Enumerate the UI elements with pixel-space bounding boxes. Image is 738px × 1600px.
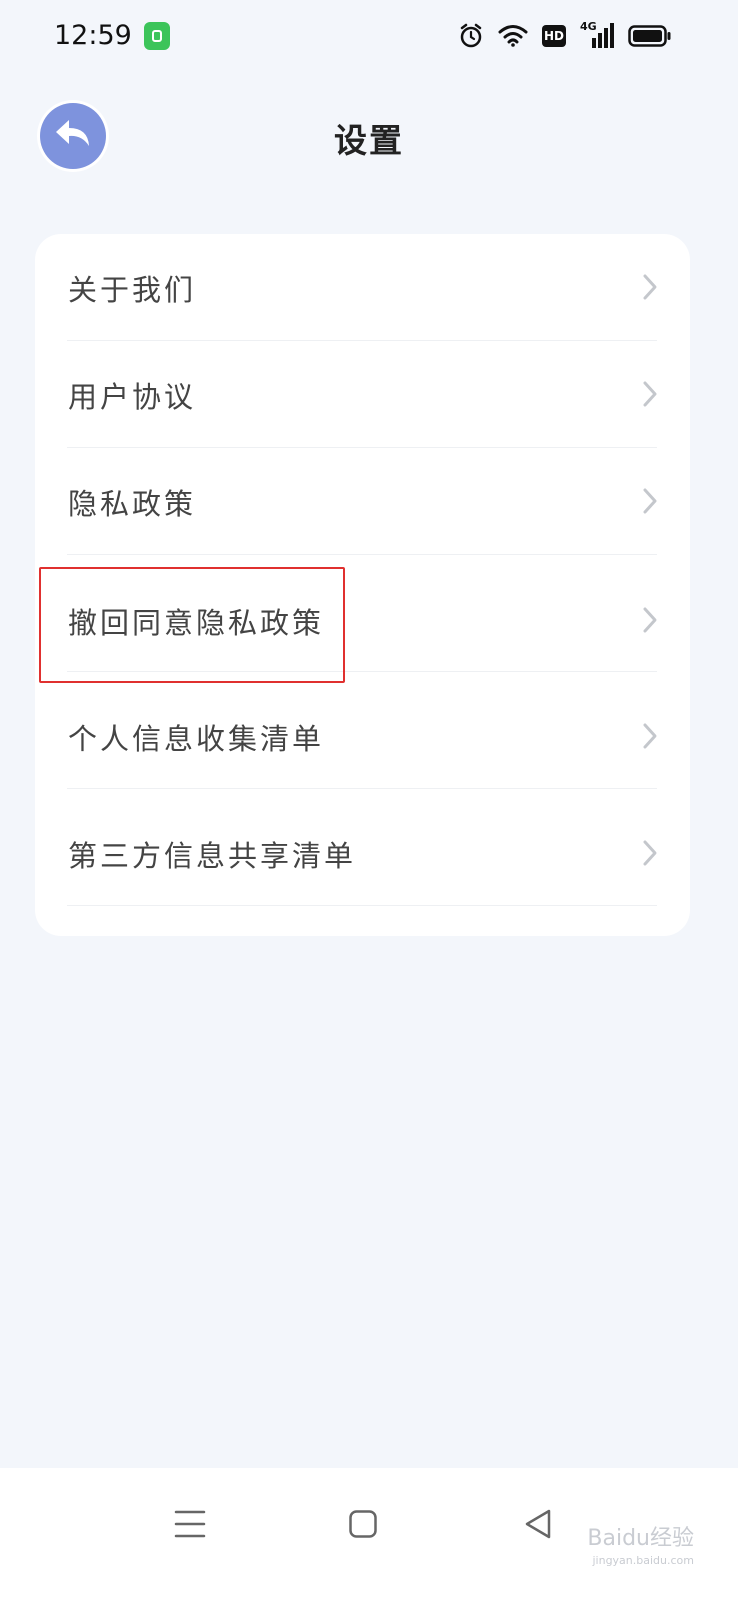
chevron-right-icon bbox=[640, 839, 660, 867]
home-icon bbox=[348, 1509, 378, 1543]
menu-item-about-us[interactable]: 关于我们 bbox=[35, 234, 690, 341]
page-title: 设置 bbox=[334, 121, 404, 160]
menu-item-withdraw-privacy-consent[interactable]: 撤回同意隐私政策 bbox=[35, 555, 690, 672]
watermark-url: jingyan.baidu.com bbox=[592, 1554, 694, 1567]
status-bar: 12:59 HD 4G bbox=[0, 0, 738, 76]
app-notification-icon bbox=[144, 22, 170, 50]
menu-item-third-party-sharing-list[interactable]: 第三方信息共享清单 bbox=[35, 789, 690, 906]
menu-item-label: 隐私政策 bbox=[68, 487, 197, 521]
status-time: 12:59 bbox=[54, 20, 132, 51]
menu-item-label: 第三方信息共享清单 bbox=[68, 839, 357, 873]
alarm-icon bbox=[458, 23, 484, 49]
home-button[interactable] bbox=[333, 1496, 393, 1556]
hd-icon: HD bbox=[542, 25, 566, 47]
back-nav-button[interactable] bbox=[508, 1496, 568, 1556]
menu-item-label: 个人信息收集清单 bbox=[68, 722, 325, 756]
battery-icon bbox=[628, 24, 672, 48]
signal-icon: 4G bbox=[580, 20, 614, 50]
watermark-text: Baidu经验 bbox=[587, 1526, 694, 1551]
menu-item-label: 撤回同意隐私政策 bbox=[68, 606, 325, 640]
divider bbox=[67, 905, 657, 906]
back-triangle-icon bbox=[523, 1508, 553, 1544]
wifi-icon bbox=[498, 24, 528, 48]
status-icons: HD 4G bbox=[458, 20, 672, 52]
menu-item-label: 用户协议 bbox=[68, 380, 197, 414]
menu-item-label: 关于我们 bbox=[68, 273, 197, 307]
watermark: Baidu经验 jingyan.baidu.com bbox=[587, 1520, 694, 1567]
chevron-right-icon bbox=[640, 606, 660, 634]
menu-item-user-agreement[interactable]: 用户协议 bbox=[35, 341, 690, 448]
settings-card: 关于我们 用户协议 隐私政策 撤回同意隐私政策 个人信息收集清单 第三方信息共享… bbox=[35, 234, 690, 936]
menu-item-personal-info-list[interactable]: 个人信息收集清单 bbox=[35, 672, 690, 789]
chevron-right-icon bbox=[640, 722, 660, 750]
navigation-bar: Baidu经验 jingyan.baidu.com bbox=[0, 1468, 738, 1600]
chevron-right-icon bbox=[640, 380, 660, 408]
recent-apps-button[interactable] bbox=[160, 1496, 220, 1556]
chevron-right-icon bbox=[640, 273, 660, 301]
chevron-right-icon bbox=[640, 487, 660, 515]
header: 设置 bbox=[0, 90, 738, 182]
menu-icon bbox=[174, 1509, 206, 1543]
menu-item-privacy-policy[interactable]: 隐私政策 bbox=[35, 448, 690, 555]
